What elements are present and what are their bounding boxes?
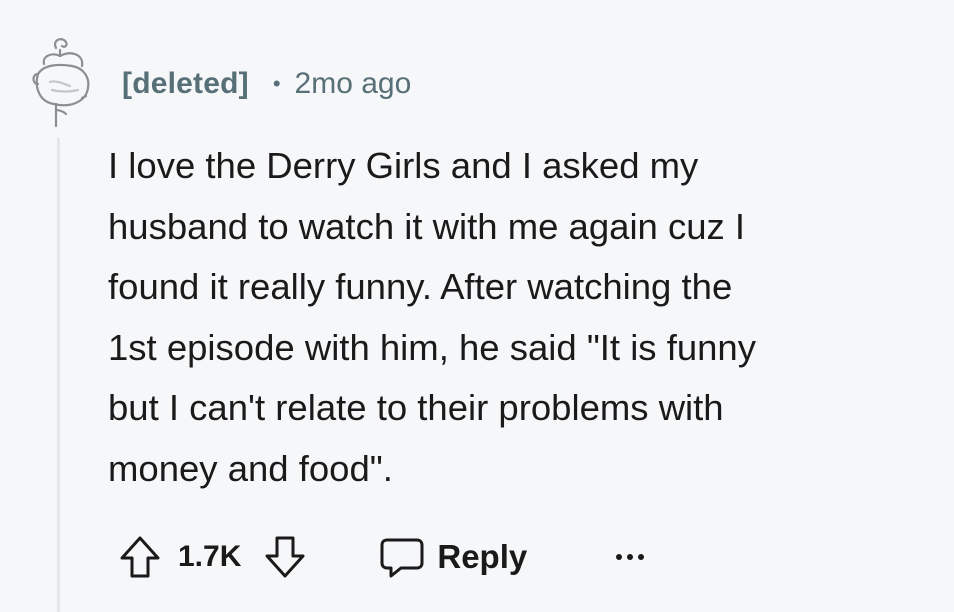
- comment-body: I love the Derry Girls and I asked my hu…: [108, 145, 756, 489]
- ellipsis-icon[interactable]: [615, 552, 645, 562]
- comment-meta: [deleted] • 2mo ago: [122, 60, 411, 108]
- snoo-avatar-icon[interactable]: [30, 34, 98, 130]
- comment-card: [deleted] • 2mo ago I love the Derry Gir…: [0, 0, 954, 612]
- author-name[interactable]: [deleted]: [122, 67, 249, 101]
- comment-action-bar: 1.7K Reply: [118, 530, 645, 584]
- reply-button[interactable]: Reply: [379, 534, 527, 580]
- speech-bubble-icon: [379, 534, 425, 580]
- thread-line[interactable]: [57, 138, 60, 612]
- comment-timestamp[interactable]: 2mo ago: [295, 67, 412, 101]
- reply-label: Reply: [437, 538, 528, 575]
- downvote-arrow-icon[interactable]: [263, 534, 307, 580]
- vote-score: 1.7K: [178, 540, 242, 573]
- meta-separator: •: [272, 71, 281, 96]
- upvote-arrow-icon[interactable]: [118, 534, 162, 580]
